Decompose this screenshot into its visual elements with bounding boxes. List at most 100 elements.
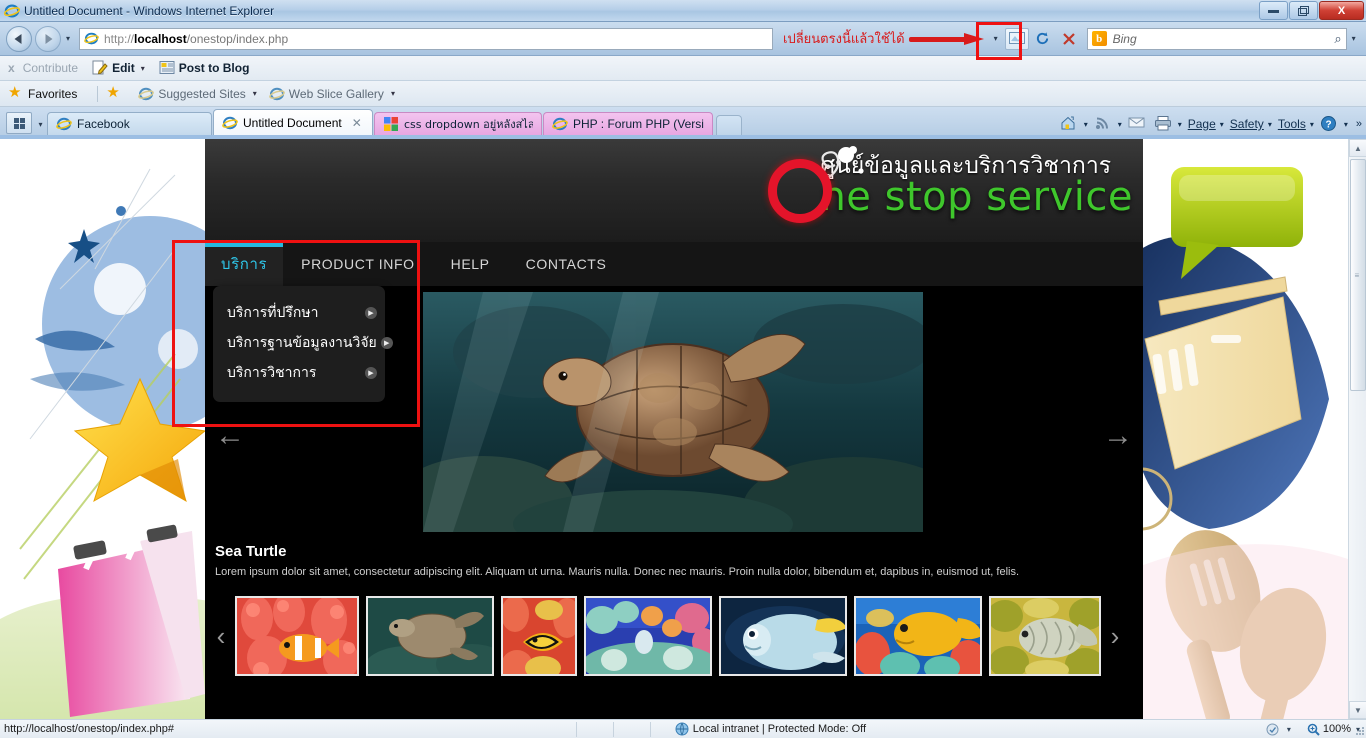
forward-button[interactable] bbox=[35, 25, 61, 52]
thumbnail-angelfish[interactable] bbox=[501, 595, 577, 676]
thumbnail-blue-tang-fish[interactable] bbox=[719, 595, 847, 676]
close-button[interactable]: X bbox=[1319, 1, 1364, 20]
site-nav: บริการ PRODUCT INFO HELP CONTACTS บริการ… bbox=[205, 242, 1143, 402]
quick-tabs-button[interactable] bbox=[6, 112, 32, 134]
print-dropdown-icon[interactable]: ▾ bbox=[1178, 120, 1182, 129]
edit-dropdown-icon[interactable]: ▾ bbox=[141, 64, 145, 73]
background-art-left bbox=[0, 139, 210, 719]
page-viewport: ศูนย์ข้อมูลและบริการวิชาการ ne stop serv… bbox=[0, 139, 1366, 719]
add-to-favorites-bar-icon[interactable]: ★ bbox=[106, 85, 126, 101]
tab-close-icon[interactable]: ✕ bbox=[352, 116, 362, 130]
facebook-favicon bbox=[56, 116, 72, 132]
new-tab-button[interactable] bbox=[716, 115, 742, 135]
zone-label: Local intranet | Protected Mode: Off bbox=[692, 723, 867, 735]
tools-dropdown-icon[interactable]: ▾ bbox=[1310, 120, 1314, 129]
suggested-sites-button[interactable]: Suggested Sites ▾ bbox=[138, 86, 257, 102]
recent-pages-dropdown-icon[interactable]: ▾ bbox=[61, 29, 75, 49]
tab-css-dropdown[interactable]: css dropdown อยู่หลังสไล - ... bbox=[374, 112, 542, 135]
tab-php-forum[interactable]: PHP : Forum PHP (Version... bbox=[543, 112, 713, 135]
web-slice-gallery-button[interactable]: Web Slice Gallery ▾ bbox=[268, 86, 395, 102]
dropdown-item-consulting[interactable]: บริการที่ปรึกษา ▶ bbox=[213, 298, 385, 328]
maximize-button[interactable] bbox=[1289, 1, 1318, 20]
thumbnail-coral-reef[interactable] bbox=[584, 595, 712, 676]
page-menu-button[interactable]: Page ▾ bbox=[1188, 117, 1224, 131]
url-path: /onestop/index.php bbox=[186, 31, 289, 46]
thumbnails-next-arrow[interactable]: › bbox=[1105, 623, 1125, 649]
web-slice-dropdown-icon[interactable]: ▾ bbox=[391, 89, 395, 98]
contribute-label: Contribute bbox=[22, 61, 79, 75]
website-content: ศูนย์ข้อมูลและบริการวิชาการ ne stop serv… bbox=[205, 139, 1143, 719]
slide-image-sea-turtle bbox=[423, 292, 923, 532]
ie-favicon-webslice bbox=[268, 86, 285, 102]
search-input[interactable]: b Bing ⌕ bbox=[1086, 27, 1347, 50]
address-dropdown-icon[interactable]: ▾ bbox=[989, 29, 1003, 49]
tab-facebook[interactable]: Facebook bbox=[47, 112, 212, 135]
help-dropdown-icon[interactable]: ▾ bbox=[1344, 120, 1348, 129]
favorites-bar: ★ Favorites ★ Suggested Sites ▾ Web Slic… bbox=[0, 81, 1366, 107]
contribute-close-icon[interactable]: x bbox=[8, 61, 15, 75]
page-icon bbox=[84, 31, 99, 46]
thumbnail-sea-turtle[interactable] bbox=[366, 595, 494, 676]
thumbnail-yellow-tang-reef[interactable] bbox=[854, 595, 982, 676]
tab-list-dropdown-icon[interactable]: ▾ bbox=[34, 113, 47, 135]
minimize-button[interactable] bbox=[1259, 1, 1288, 20]
page-scrollbar[interactable]: ▲ ≡ ▼ bbox=[1348, 139, 1366, 719]
dropdown-item-academic[interactable]: บริการวิชาการ ▶ bbox=[213, 358, 385, 388]
scrollbar-thumb[interactable]: ≡ bbox=[1350, 159, 1366, 391]
suggested-sites-dropdown-icon[interactable]: ▾ bbox=[253, 89, 257, 98]
favorites-divider bbox=[97, 85, 99, 102]
dropdown-item-research-database[interactable]: บริการฐานข้อมูลงานวิจัย ▶ bbox=[213, 328, 393, 358]
home-button[interactable]: ▾ bbox=[1060, 115, 1088, 133]
address-input[interactable]: http://localhost/onestop/index.php bbox=[79, 27, 773, 50]
nav-item-product-info[interactable]: PRODUCT INFO bbox=[283, 242, 433, 286]
chevron-right-icon: ▶ bbox=[365, 307, 377, 319]
compatibility-view-button[interactable] bbox=[1004, 27, 1029, 50]
privacy-report-button[interactable]: ▾ bbox=[1266, 723, 1291, 736]
tools-menu-button[interactable]: Tools ▾ bbox=[1278, 117, 1314, 131]
print-button[interactable]: ▾ bbox=[1154, 115, 1182, 133]
chevron-right-icon: ▶ bbox=[380, 337, 393, 349]
resize-grip-icon[interactable] bbox=[1353, 725, 1365, 737]
privacy-dropdown-icon[interactable]: ▾ bbox=[1287, 725, 1291, 734]
security-zone[interactable]: Local intranet | Protected Mode: Off bbox=[675, 722, 866, 736]
command-bar: ▾ ▾ ▾ Page ▾ Safety ▾ Tools ▾ ? ▾ » bbox=[1054, 115, 1362, 133]
nav-item-contacts[interactable]: CONTACTS bbox=[508, 242, 625, 286]
nav-item-services[interactable]: บริการ bbox=[205, 242, 284, 286]
feeds-dropdown-icon[interactable]: ▾ bbox=[1118, 120, 1122, 129]
thumbnail-clownfish-anemone[interactable] bbox=[235, 595, 359, 676]
home-dropdown-icon[interactable]: ▾ bbox=[1084, 120, 1088, 129]
post-to-blog-button[interactable]: Post to Blog bbox=[159, 60, 249, 76]
search-magnifier-icon[interactable]: ⌕ bbox=[1334, 31, 1341, 47]
edit-button[interactable]: Edit bbox=[92, 60, 135, 76]
thumbnails-prev-arrow[interactable]: ‹ bbox=[211, 623, 231, 649]
back-button[interactable] bbox=[6, 25, 32, 52]
grid-icon bbox=[13, 117, 25, 129]
stop-button[interactable] bbox=[1057, 28, 1081, 50]
refresh-button[interactable] bbox=[1031, 28, 1055, 50]
command-bar-overflow-icon[interactable]: » bbox=[1356, 118, 1362, 130]
page-dropdown-icon[interactable]: ▾ bbox=[1220, 120, 1224, 129]
slide-prev-arrow[interactable]: ← bbox=[215, 421, 245, 451]
site-logo[interactable]: ศูนย์ข้อมูลและบริการวิชาการ ne stop serv… bbox=[768, 145, 1133, 223]
google-favicon bbox=[383, 116, 399, 132]
nav-item-help[interactable]: HELP bbox=[433, 242, 508, 286]
scroll-down-arrow[interactable]: ▼ bbox=[1349, 701, 1366, 719]
slide-next-arrow[interactable]: → bbox=[1103, 421, 1133, 451]
safety-menu-button[interactable]: Safety ▾ bbox=[1230, 117, 1272, 131]
safety-dropdown-icon[interactable]: ▾ bbox=[1268, 120, 1272, 129]
window-title: Untitled Document - Windows Internet Exp… bbox=[24, 3, 275, 18]
address-text: http://localhost/onestop/index.php bbox=[104, 32, 288, 46]
search-provider-dropdown-icon[interactable]: ▾ bbox=[1347, 29, 1361, 49]
favorites-button[interactable]: ★ Favorites bbox=[8, 85, 77, 101]
tab-untitled-document[interactable]: Untitled Document ✕ bbox=[213, 109, 373, 135]
site-header: ศูนย์ข้อมูลและบริการวิชาการ ne stop serv… bbox=[205, 139, 1143, 242]
thumbnail-striped-fish[interactable] bbox=[989, 595, 1101, 676]
nav-label: บริการ bbox=[221, 255, 268, 273]
thumbnail-list bbox=[235, 595, 1101, 676]
scroll-up-arrow[interactable]: ▲ bbox=[1349, 139, 1366, 157]
help-button[interactable]: ? ▾ bbox=[1320, 115, 1348, 133]
feeds-button[interactable]: ▾ bbox=[1094, 115, 1122, 133]
mail-button[interactable] bbox=[1128, 115, 1148, 133]
edit-icon bbox=[92, 60, 108, 76]
nav-label: CONTACTS bbox=[525, 256, 607, 272]
